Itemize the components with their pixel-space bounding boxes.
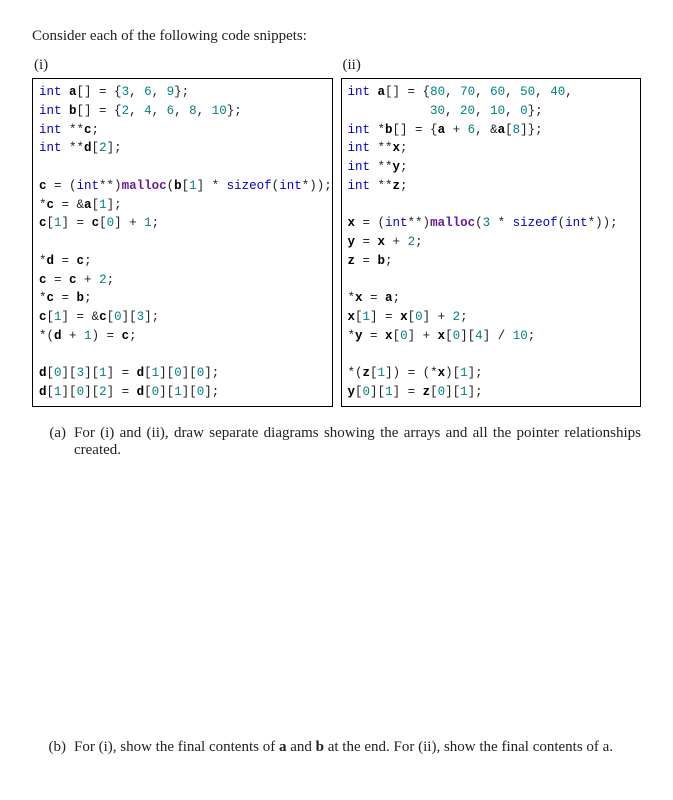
part-b-text: For (i), show the final contents of a an… xyxy=(74,739,641,756)
snippet-row: (i) int a[] = {3, 6, 9}; int b[] = {2, 4… xyxy=(32,53,641,407)
code-box-left: int a[] = {3, 6, 9}; int b[] = {2, 4, 6,… xyxy=(32,78,333,407)
part-a: (a) For (i) and (ii), draw separate diag… xyxy=(32,425,641,459)
right-roman-label: (ii) xyxy=(343,57,642,74)
part-b-label: (b) xyxy=(32,739,74,756)
snippet-left-col: (i) int a[] = {3, 6, 9}; int b[] = {2, 4… xyxy=(32,53,333,407)
part-b-var-b: b xyxy=(316,739,324,755)
part-b-mid: at the end. For (ii), show the final con… xyxy=(324,739,613,755)
left-roman-label: (i) xyxy=(34,57,333,74)
part-a-label: (a) xyxy=(32,425,74,442)
snippet-right-col: (ii) int a[] = {80, 70, 60, 50, 40, 30, … xyxy=(341,53,642,407)
intro-text: Consider each of the following code snip… xyxy=(32,28,641,45)
part-b-prefix: For (i), show the final contents of xyxy=(74,739,279,755)
code-box-right: int a[] = {80, 70, 60, 50, 40, 30, 20, 1… xyxy=(341,78,642,407)
part-a-text: For (i) and (ii), draw separate diagrams… xyxy=(74,425,641,459)
sub-questions: (a) For (i) and (ii), draw separate diag… xyxy=(32,425,641,756)
part-b-and: and xyxy=(286,739,315,755)
part-b: (b) For (i), show the final contents of … xyxy=(32,739,641,756)
